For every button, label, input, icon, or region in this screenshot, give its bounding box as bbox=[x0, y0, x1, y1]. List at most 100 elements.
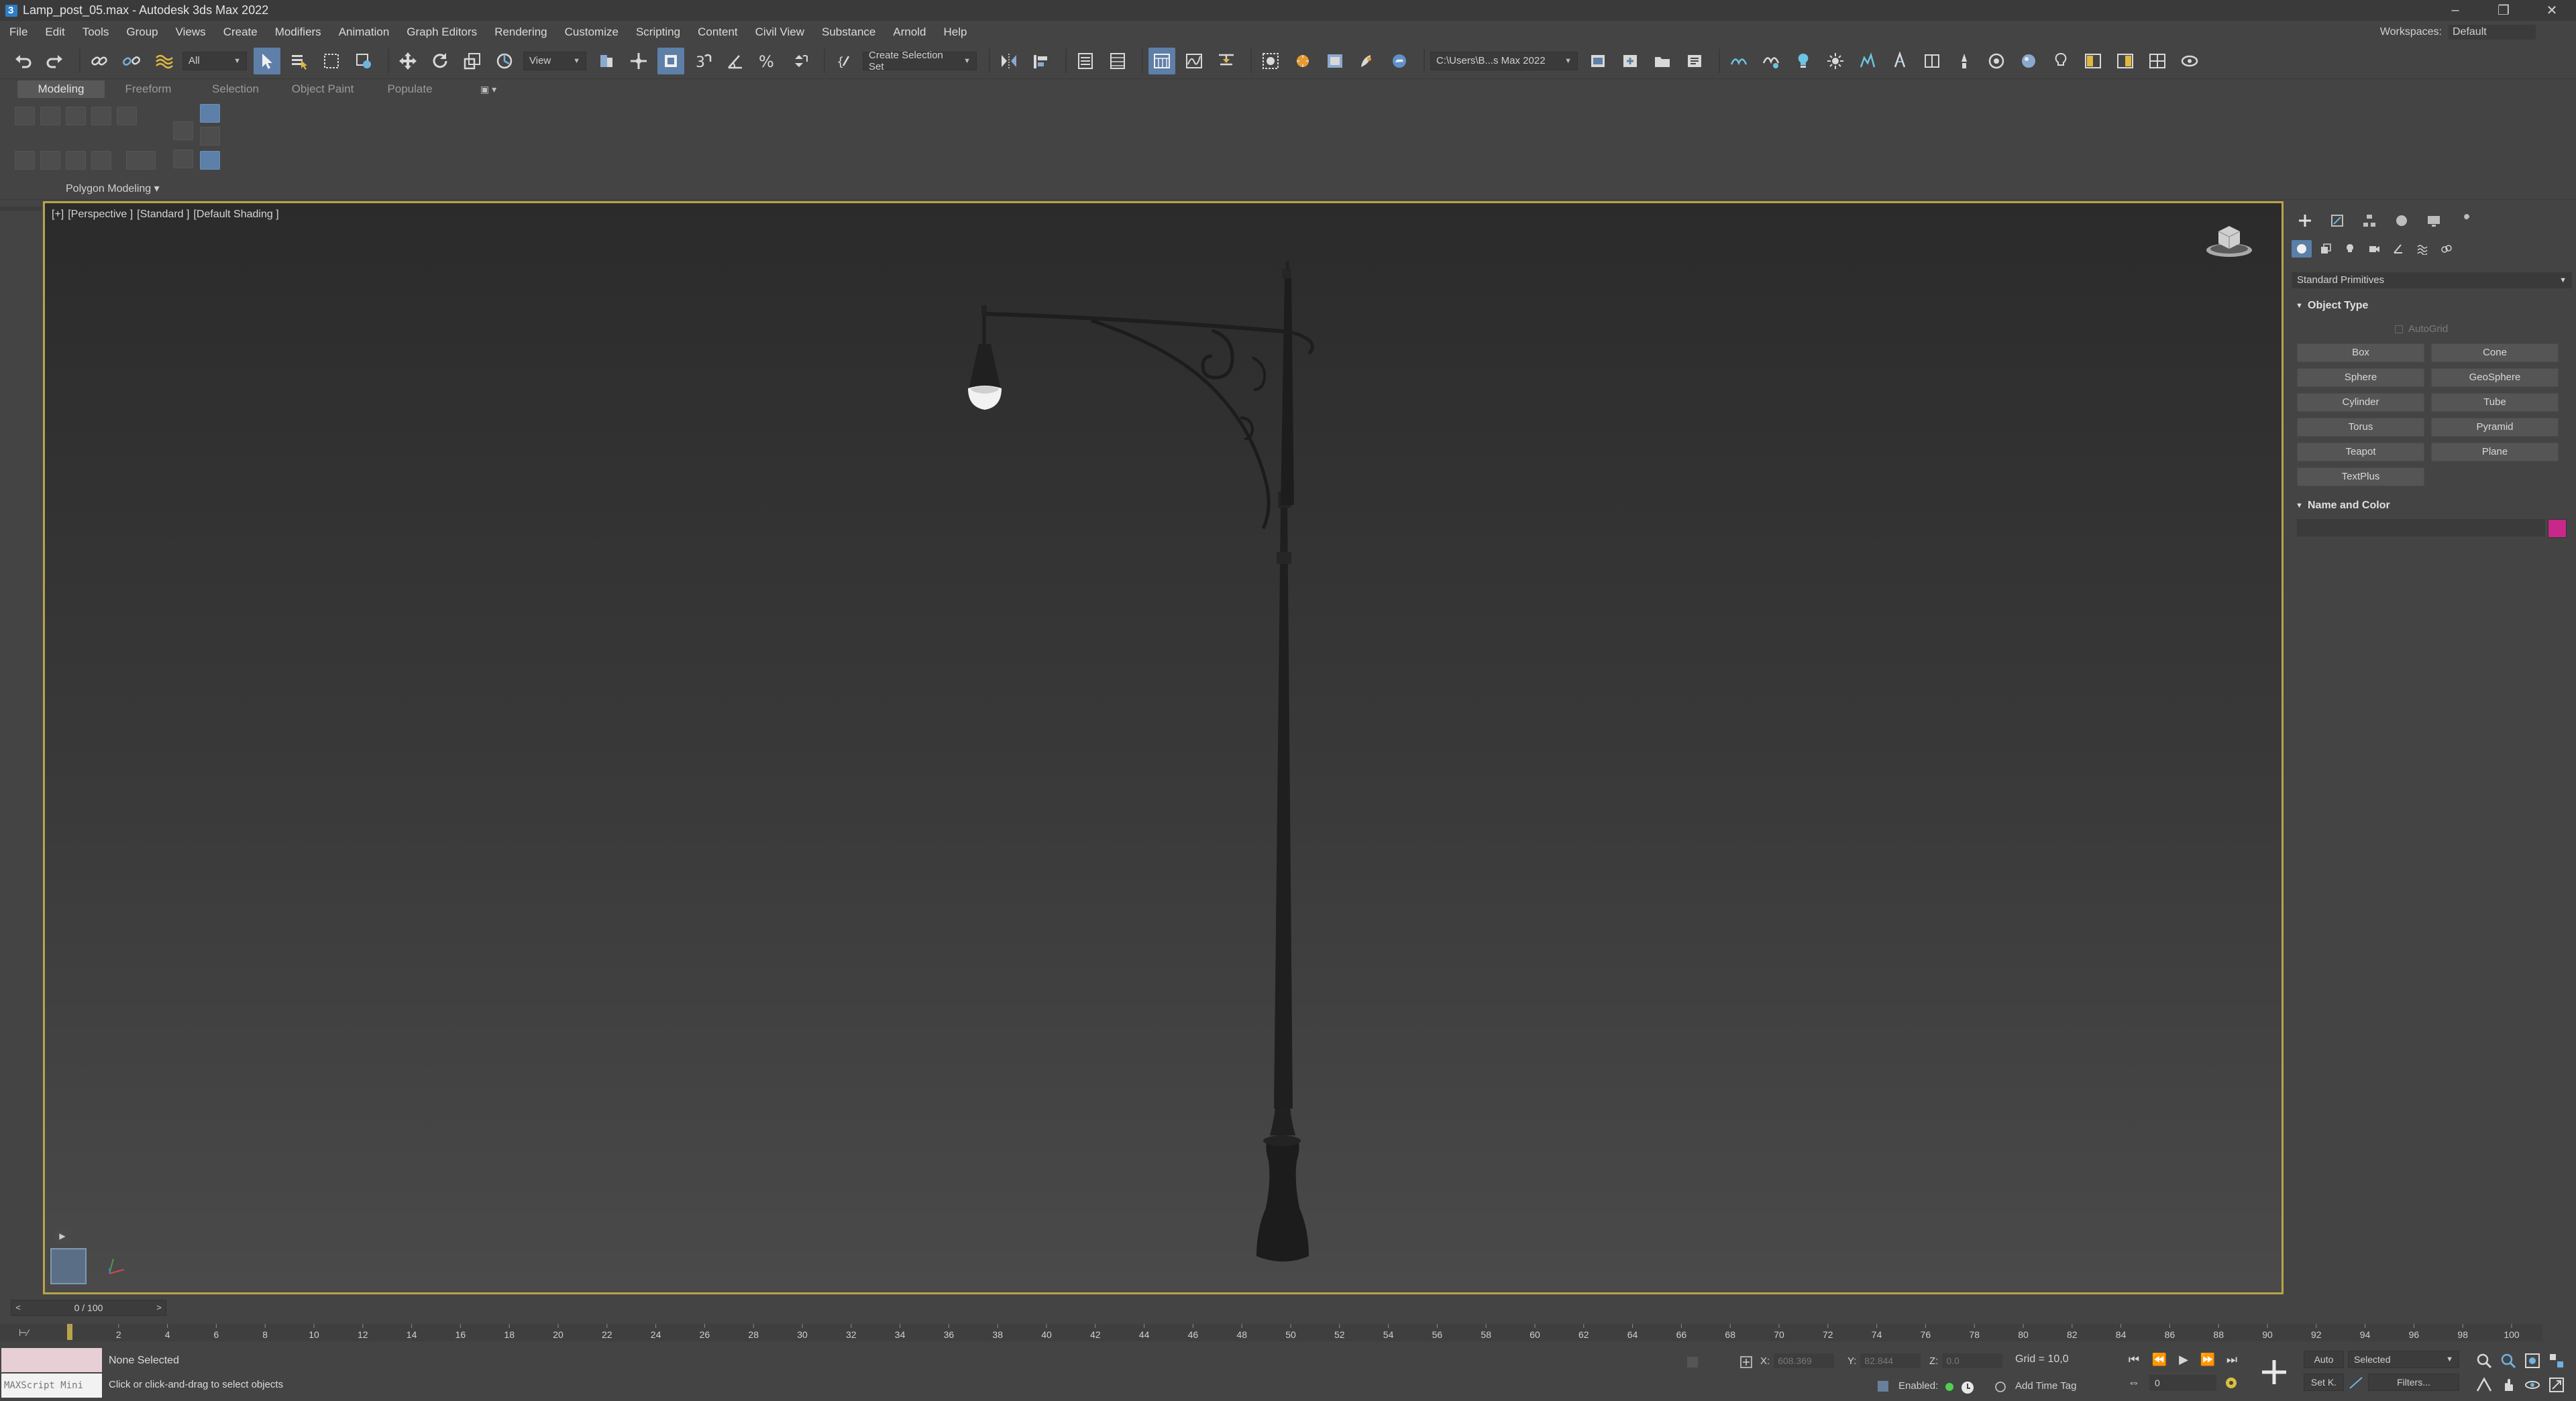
geometry-icon[interactable] bbox=[2292, 240, 2312, 258]
menu-group[interactable]: Group bbox=[126, 25, 158, 39]
display-tab-icon[interactable] bbox=[2420, 211, 2447, 231]
rotate-icon[interactable] bbox=[427, 48, 453, 74]
close-button[interactable]: ✕ bbox=[2528, 0, 2576, 21]
ribbon-tab-freeform[interactable]: Freeform bbox=[105, 80, 192, 98]
move-icon[interactable] bbox=[394, 48, 421, 74]
menu-arnold[interactable]: Arnold bbox=[893, 25, 926, 39]
edit-named-selection-icon[interactable]: { bbox=[830, 48, 857, 74]
zoom-icon[interactable] bbox=[2475, 1352, 2493, 1369]
minimize-button[interactable]: – bbox=[2431, 0, 2479, 21]
menu-scripting[interactable]: Scripting bbox=[636, 25, 680, 39]
auto-key-button[interactable]: Auto bbox=[2304, 1351, 2344, 1368]
shapes-icon[interactable] bbox=[2316, 240, 2336, 258]
cameras-icon[interactable] bbox=[2364, 240, 2384, 258]
ribbon-tab-selection[interactable]: Selection bbox=[192, 80, 279, 98]
helpers-icon[interactable] bbox=[2388, 240, 2408, 258]
set-key-big-icon[interactable] bbox=[2258, 1356, 2290, 1388]
ribbon-tool-icon[interactable] bbox=[173, 121, 193, 140]
time-configuration-icon[interactable] bbox=[2223, 1375, 2239, 1391]
material-editor-icon[interactable] bbox=[1257, 48, 1284, 74]
object-type-rollout[interactable]: ▼ Object Type bbox=[2292, 298, 2572, 314]
go-to-end-icon[interactable]: ⏭ bbox=[2222, 1351, 2242, 1368]
teapot-button[interactable]: Teapot bbox=[2297, 443, 2424, 461]
tube-button[interactable]: Tube bbox=[2431, 393, 2559, 412]
next-frame-icon[interactable]: > bbox=[152, 1300, 166, 1315]
redo-icon[interactable] bbox=[42, 48, 68, 74]
project-folder-dropdown[interactable]: C:\Users\B...s Max 2022 ▼ bbox=[1430, 51, 1578, 70]
ribbon-tool-icon[interactable] bbox=[173, 150, 193, 168]
x-coordinate-field[interactable]: 608.369 bbox=[1774, 1353, 1835, 1368]
cone-button[interactable]: Cone bbox=[2431, 343, 2559, 362]
workspaces-dropdown[interactable]: Default bbox=[2449, 25, 2536, 40]
ribbon-tab-object-paint[interactable]: Object Paint bbox=[279, 80, 366, 98]
arnold-materials-icon[interactable] bbox=[2015, 48, 2042, 74]
render-cloud-icon[interactable] bbox=[1386, 48, 1413, 74]
render-setup-icon[interactable] bbox=[1289, 48, 1316, 74]
ribbon-tool-icon[interactable] bbox=[40, 151, 60, 170]
bind-spacewarp-icon[interactable] bbox=[150, 48, 177, 74]
pivot-center-icon[interactable] bbox=[593, 48, 620, 74]
key-filters-button[interactable]: Filters... bbox=[2368, 1374, 2459, 1391]
arnold-sun-icon[interactable] bbox=[1822, 48, 1849, 74]
ribbon-tab-modeling[interactable]: Modeling bbox=[17, 80, 105, 98]
viewport-thumbnail[interactable] bbox=[50, 1248, 87, 1284]
polygon-modeling-label[interactable]: Polygon Modeling ▾ bbox=[66, 182, 160, 195]
ribbon-tool-icon[interactable] bbox=[15, 151, 35, 170]
viewport-layout-icon[interactable] bbox=[2080, 48, 2106, 74]
undo-icon[interactable] bbox=[9, 48, 36, 74]
menu-edit[interactable]: Edit bbox=[45, 25, 64, 39]
lights-icon[interactable] bbox=[2340, 240, 2360, 258]
ribbon-tab-populate[interactable]: Populate bbox=[366, 80, 453, 98]
ribbon-tool-icon[interactable] bbox=[91, 107, 111, 125]
menu-file[interactable]: File bbox=[9, 25, 28, 39]
geosphere-button[interactable]: GeoSphere bbox=[2431, 368, 2559, 387]
scene-explorer-icon[interactable] bbox=[1072, 48, 1099, 74]
arnold-proxy-icon[interactable] bbox=[1886, 48, 1913, 74]
current-frame-field[interactable]: 0 bbox=[2149, 1375, 2216, 1391]
reference-coord-dropdown[interactable]: View ▼ bbox=[523, 51, 586, 70]
project-settings-icon[interactable] bbox=[1681, 48, 1708, 74]
ribbon-tool-icon[interactable] bbox=[200, 127, 220, 146]
previous-key-icon[interactable]: ⏪ bbox=[2149, 1351, 2169, 1368]
viewport-single-icon[interactable] bbox=[2112, 48, 2139, 74]
ribbon-tool-icon[interactable] bbox=[126, 151, 156, 170]
perspective-viewport[interactable]: [+] [Perspective ] [Standard ] [Default Sha… bbox=[43, 201, 2284, 1294]
restore-button[interactable]: ❐ bbox=[2479, 0, 2528, 21]
expand-panel-icon[interactable]: ▶ bbox=[54, 1228, 70, 1244]
select-by-name-icon[interactable] bbox=[286, 48, 313, 74]
menu-create[interactable]: Create bbox=[223, 25, 258, 39]
pan-view-icon[interactable] bbox=[2500, 1376, 2517, 1394]
schematic-view-icon[interactable] bbox=[1213, 48, 1240, 74]
ribbon-tool-icon[interactable] bbox=[91, 151, 111, 170]
textplus-button[interactable]: TextPlus bbox=[2297, 467, 2424, 486]
y-coordinate-field[interactable]: 82.844 bbox=[1860, 1353, 1921, 1368]
pyramid-button[interactable]: Pyramid bbox=[2431, 418, 2559, 437]
render-shot-icon[interactable] bbox=[2176, 48, 2203, 74]
named-selection-dropdown[interactable]: Create Selection Set ▼ bbox=[863, 50, 977, 72]
autogrid-checkbox[interactable]: AutoGrid bbox=[2395, 323, 2448, 335]
keyboard-shortcut-override-icon[interactable] bbox=[657, 47, 684, 74]
modify-tab-icon[interactable] bbox=[2324, 211, 2351, 231]
menu-substance[interactable]: Substance bbox=[822, 25, 875, 39]
spacewarps-icon[interactable] bbox=[2412, 240, 2432, 258]
key-filter-dropdown[interactable]: Selected ▼ bbox=[2348, 1351, 2459, 1368]
field-of-view-icon[interactable] bbox=[2475, 1376, 2493, 1394]
project-folder-icon[interactable] bbox=[1649, 48, 1676, 74]
maxscript-listener-output[interactable] bbox=[1, 1348, 102, 1372]
viewcube-icon[interactable] bbox=[2205, 221, 2253, 261]
maximize-viewport-icon[interactable] bbox=[2548, 1376, 2565, 1394]
ribbon-tool-icon[interactable] bbox=[117, 107, 137, 125]
select-object-icon[interactable] bbox=[254, 47, 280, 74]
select-manipulate-icon[interactable] bbox=[625, 48, 652, 74]
time-tag-icon[interactable] bbox=[1994, 1380, 2007, 1394]
hierarchy-tab-icon[interactable] bbox=[2356, 211, 2383, 231]
align-icon[interactable] bbox=[1028, 48, 1055, 74]
arnold-book-icon[interactable] bbox=[1919, 48, 1945, 74]
add-time-tag-button[interactable]: Add Time Tag bbox=[2015, 1380, 2076, 1392]
sphere-button[interactable]: Sphere bbox=[2297, 368, 2424, 387]
maxscript-mini-input[interactable]: MAXScript Mini bbox=[1, 1374, 102, 1398]
prev-frame-icon[interactable]: < bbox=[11, 1300, 25, 1315]
zoom-extents-icon[interactable] bbox=[2524, 1352, 2541, 1369]
isolate-selection-icon[interactable] bbox=[1685, 1355, 1700, 1369]
menu-tools[interactable]: Tools bbox=[83, 25, 109, 39]
